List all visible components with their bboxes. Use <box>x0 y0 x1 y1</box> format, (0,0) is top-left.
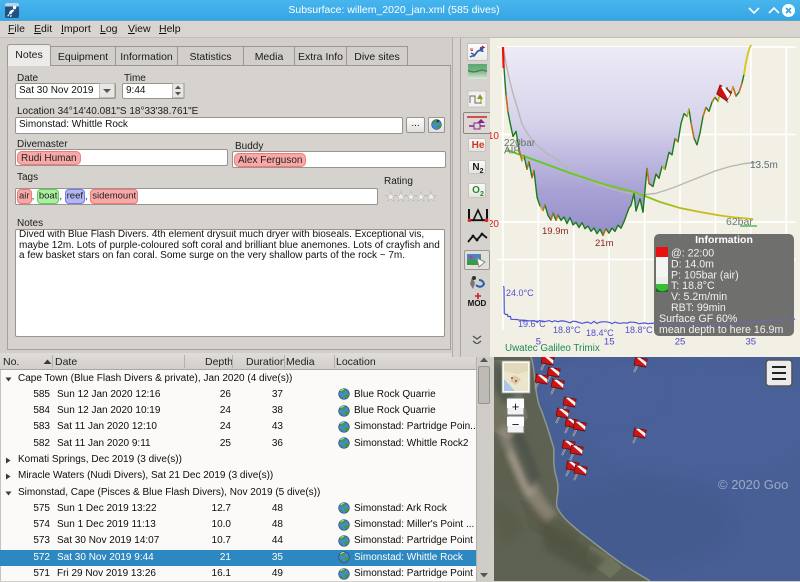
svg-text:mean depth to here 16.9m: mean depth to here 16.9m <box>659 324 783 336</box>
svg-text:19.6°C: 19.6°C <box>518 319 546 329</box>
svg-text:10: 10 <box>490 131 499 142</box>
svg-text:Uwatec Galileo Trimix: Uwatec Galileo Trimix <box>505 343 600 354</box>
svg-text:21m: 21m <box>595 238 614 249</box>
svg-text:24.0°C: 24.0°C <box>506 288 534 298</box>
svg-text:AIR: AIR <box>504 146 521 157</box>
svg-text:18.8°C: 18.8°C <box>625 325 653 335</box>
svg-text:19.9m: 19.9m <box>542 226 568 237</box>
svg-text:35: 35 <box>746 337 757 348</box>
svg-text:20: 20 <box>490 219 499 230</box>
svg-text:18.8°C: 18.8°C <box>553 325 581 335</box>
svg-text:© 2020 Goo: © 2020 Goo <box>718 477 788 492</box>
svg-text:−: − <box>512 417 520 432</box>
svg-text:Information: Information <box>695 234 753 246</box>
svg-text:25: 25 <box>675 337 686 348</box>
svg-text:15: 15 <box>604 337 615 348</box>
svg-text:+: + <box>512 399 520 414</box>
svg-text:13.5m: 13.5m <box>750 160 778 171</box>
